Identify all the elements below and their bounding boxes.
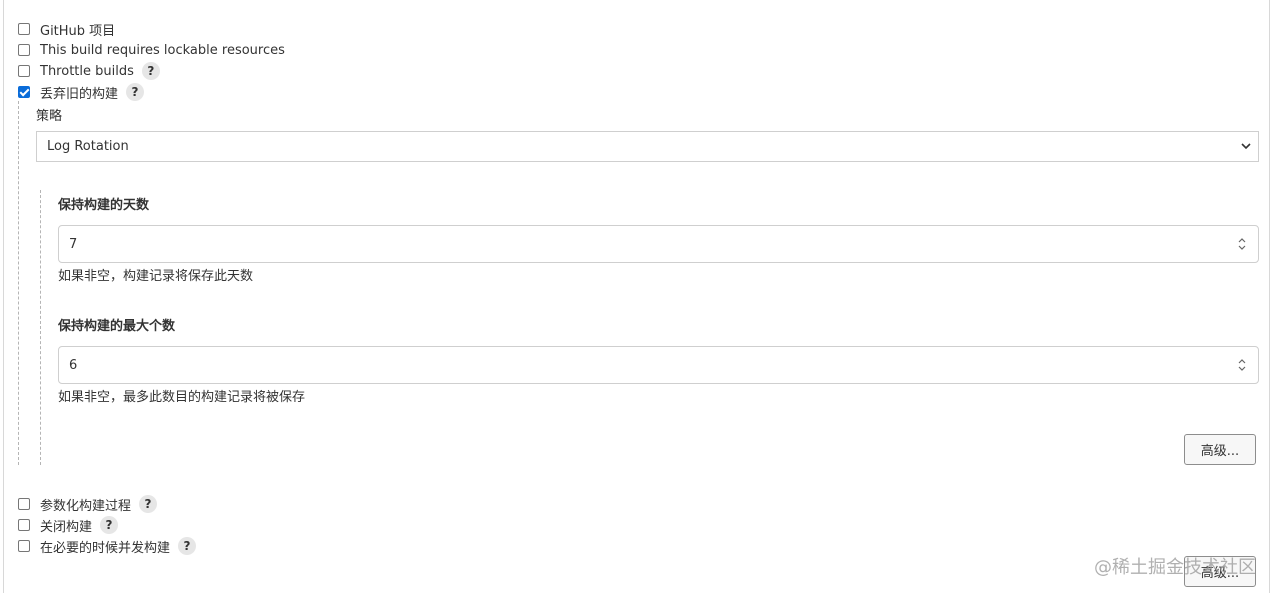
option-label: 丢弃旧的构建 (40, 86, 119, 102)
subsection-divider (40, 190, 41, 465)
help-icon[interactable]: ? (100, 516, 119, 534)
option-label: 关闭构建 (40, 519, 93, 535)
strategy-select[interactable]: Log Rotation (36, 131, 1259, 162)
days-to-keep-hint: 如果非空，构建记录将保存此天数 (58, 269, 254, 284)
option-label: This build requires lockable resources (40, 42, 285, 58)
max-builds-hint: 如果非空，最多此数目的构建记录将被保存 (58, 390, 306, 405)
watermark: @稀土掘金技术社区 (1094, 557, 1256, 578)
strategy-value: Log Rotation (47, 139, 129, 154)
spinner-arrows-icon[interactable] (1236, 236, 1248, 252)
chevron-down-icon (1241, 143, 1251, 150)
max-builds-value: 6 (69, 357, 78, 373)
config-panel (3, 0, 1270, 593)
option-lockable-resources[interactable]: This build requires lockable resources (18, 40, 285, 60)
checkbox[interactable] (18, 519, 30, 531)
option-throttle-builds[interactable]: Throttle builds ? (18, 61, 160, 81)
checkbox[interactable] (18, 23, 30, 35)
days-to-keep-value: 7 (69, 236, 78, 252)
checkbox-checked[interactable] (18, 86, 30, 98)
max-builds-input[interactable]: 6 (58, 346, 1259, 384)
checkbox[interactable] (18, 65, 30, 77)
days-to-keep-input[interactable]: 7 (58, 225, 1259, 263)
option-disable-build[interactable]: 关闭构建 ? (18, 515, 119, 535)
help-icon[interactable]: ? (139, 495, 158, 513)
option-concurrent-builds[interactable]: 在必要的时候并发构建 ? (18, 536, 197, 556)
checkbox[interactable] (18, 540, 30, 552)
spinner-arrows-icon[interactable] (1236, 357, 1248, 373)
option-label: 参数化构建过程 (40, 498, 132, 514)
checkbox[interactable] (18, 44, 30, 56)
option-github-project[interactable]: GitHub 项目 (18, 19, 115, 39)
help-icon[interactable]: ? (141, 62, 160, 80)
section-divider (18, 101, 19, 465)
help-icon[interactable]: ? (178, 537, 197, 555)
advanced-button[interactable]: 高级... (1184, 434, 1256, 465)
option-parameterized-build[interactable]: 参数化构建过程 ? (18, 494, 158, 514)
option-label: Throttle builds (40, 63, 134, 79)
days-to-keep-label: 保持构建的天数 (58, 198, 150, 213)
help-icon[interactable]: ? (126, 83, 145, 101)
max-builds-label: 保持构建的最大个数 (58, 319, 176, 334)
strategy-label: 策略 (36, 109, 63, 124)
option-label: 在必要的时候并发构建 (40, 540, 171, 556)
option-label: GitHub 项目 (40, 23, 116, 39)
option-discard-old-builds[interactable]: 丢弃旧的构建 ? (18, 82, 145, 102)
checkbox[interactable] (18, 498, 30, 510)
